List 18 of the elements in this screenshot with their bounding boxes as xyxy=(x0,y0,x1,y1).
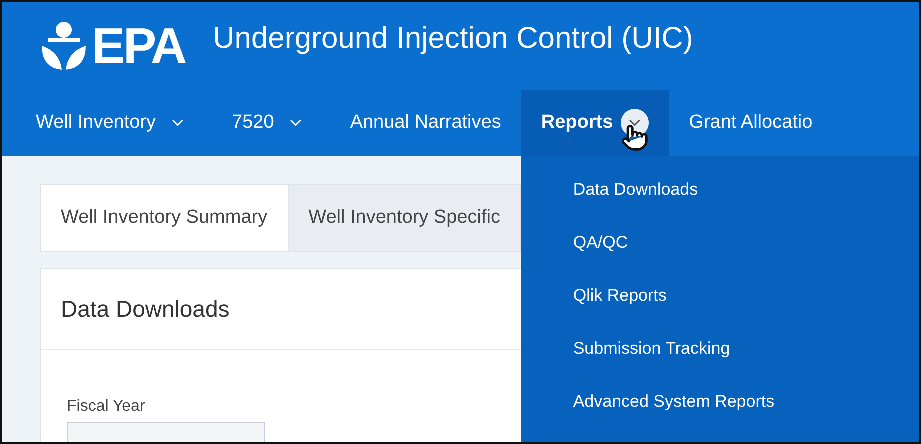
epa-logo: EPA xyxy=(40,17,186,75)
field-label: Fiscal Year xyxy=(67,398,146,416)
nav-item[interactable]: 7520 xyxy=(212,90,330,156)
tab[interactable]: Well Inventory Specific xyxy=(288,185,522,251)
tab[interactable]: Well Inventory Summary xyxy=(41,185,289,251)
panel-title: Data Downloads xyxy=(61,296,230,322)
menu-item[interactable]: Advanced System Reports xyxy=(573,392,775,412)
hand-pointer-icon xyxy=(621,124,650,152)
nav-item[interactable]: Annual Narratives xyxy=(330,90,522,156)
menu-item[interactable]: QA/QC xyxy=(573,233,628,253)
flower-logo-icon xyxy=(40,20,88,72)
nav-item[interactable]: Well Inventory xyxy=(16,90,212,156)
app-title: Underground Injection Control (UIC) xyxy=(213,22,694,56)
menu-item[interactable]: Qlik Reports xyxy=(573,286,667,306)
nav-item[interactable]: Grant Allocatio xyxy=(669,90,833,156)
nav-item[interactable]: Reports xyxy=(521,90,670,156)
menu-item[interactable]: Submission Tracking xyxy=(573,339,730,359)
menu-item[interactable]: Data Downloads xyxy=(573,180,698,200)
